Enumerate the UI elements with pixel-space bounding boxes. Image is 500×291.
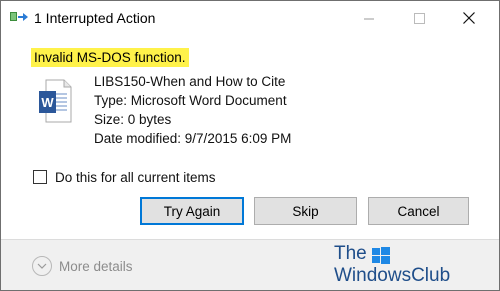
windowsclub-watermark: The WindowsClub [334,244,479,288]
file-type: Type: Microsoft Word Document [94,93,287,108]
word-document-icon: W [39,79,72,123]
try-again-button[interactable]: Try Again [140,197,244,225]
more-details-label[interactable]: More details [59,259,133,274]
title-bar[interactable]: 1 Interrupted Action [1,1,499,35]
maximize-button[interactable] [396,1,442,35]
file-details: LIBS150-When and How to Cite Type: Micro… [94,72,291,148]
windows-logo-icon [372,247,390,264]
apply-to-all-option[interactable]: Do this for all current items [33,169,216,185]
watermark-line2: WindowsClub [334,265,451,286]
file-name: LIBS150-When and How to Cite [94,74,286,89]
apply-to-all-label[interactable]: Do this for all current items [55,170,216,185]
minimize-button[interactable] [346,1,392,35]
interrupted-action-dialog: 1 Interrupted Action Invalid MS-DOS func… [0,0,500,291]
close-button[interactable] [446,1,492,35]
more-details-toggle[interactable]: More details [32,256,133,276]
apply-to-all-checkbox[interactable] [33,170,47,184]
minimize-icon [363,18,374,19]
svg-text:W: W [41,95,54,110]
close-icon [463,12,475,24]
file-size: Size: 0 bytes [94,112,172,127]
chevron-down-icon[interactable] [32,256,52,276]
cancel-button[interactable]: Cancel [368,197,469,225]
maximize-icon [413,12,425,24]
window-title: 1 Interrupted Action [34,10,156,26]
watermark-line1: The [334,243,367,264]
file-transfer-icon [10,12,28,21]
file-date-modified: Date modified: 9/7/2015 6:09 PM [94,131,292,146]
skip-button[interactable]: Skip [254,197,357,225]
error-message: Invalid MS-DOS function. [31,48,189,67]
